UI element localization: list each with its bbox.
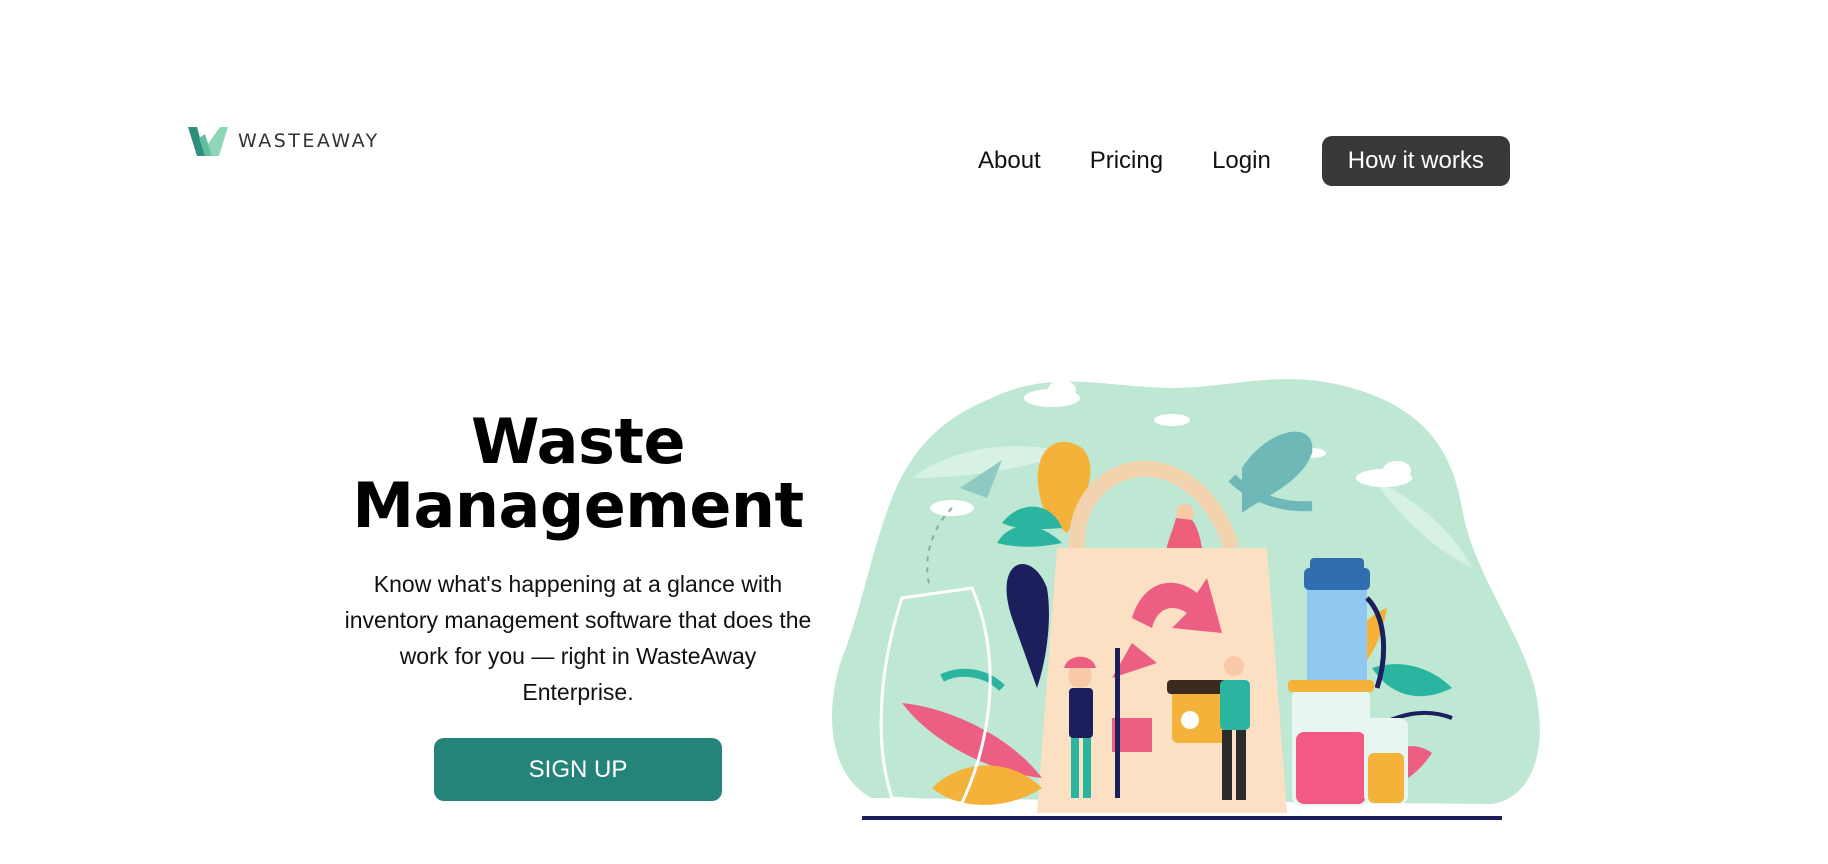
wasteaway-logo-icon: [188, 127, 228, 156]
nav-about[interactable]: About: [978, 136, 1041, 186]
hero-title-line2: Management: [352, 469, 804, 542]
logo[interactable]: WASTEAWAY: [186, 124, 380, 158]
hero-description: Know what's happening at a glance with i…: [344, 571, 812, 705]
landing-page: WASTEAWAY About Pricing Login How it wor…: [0, 0, 1828, 864]
main-nav: About Pricing Login How it works: [978, 136, 1510, 186]
hero-section: Waste Management Know what's happening a…: [330, 410, 826, 801]
logo-text: WASTEAWAY: [238, 130, 380, 152]
hero-title-line1: Waste: [470, 405, 686, 478]
hero-illustration: [832, 379, 1540, 820]
how-it-works-button[interactable]: How it works: [1321, 136, 1510, 186]
signup-button[interactable]: SIGN UP: [434, 738, 722, 801]
nav-login[interactable]: Login: [1212, 136, 1271, 186]
hero-title: Waste Management: [330, 410, 826, 538]
nav-pricing[interactable]: Pricing: [1090, 136, 1163, 186]
